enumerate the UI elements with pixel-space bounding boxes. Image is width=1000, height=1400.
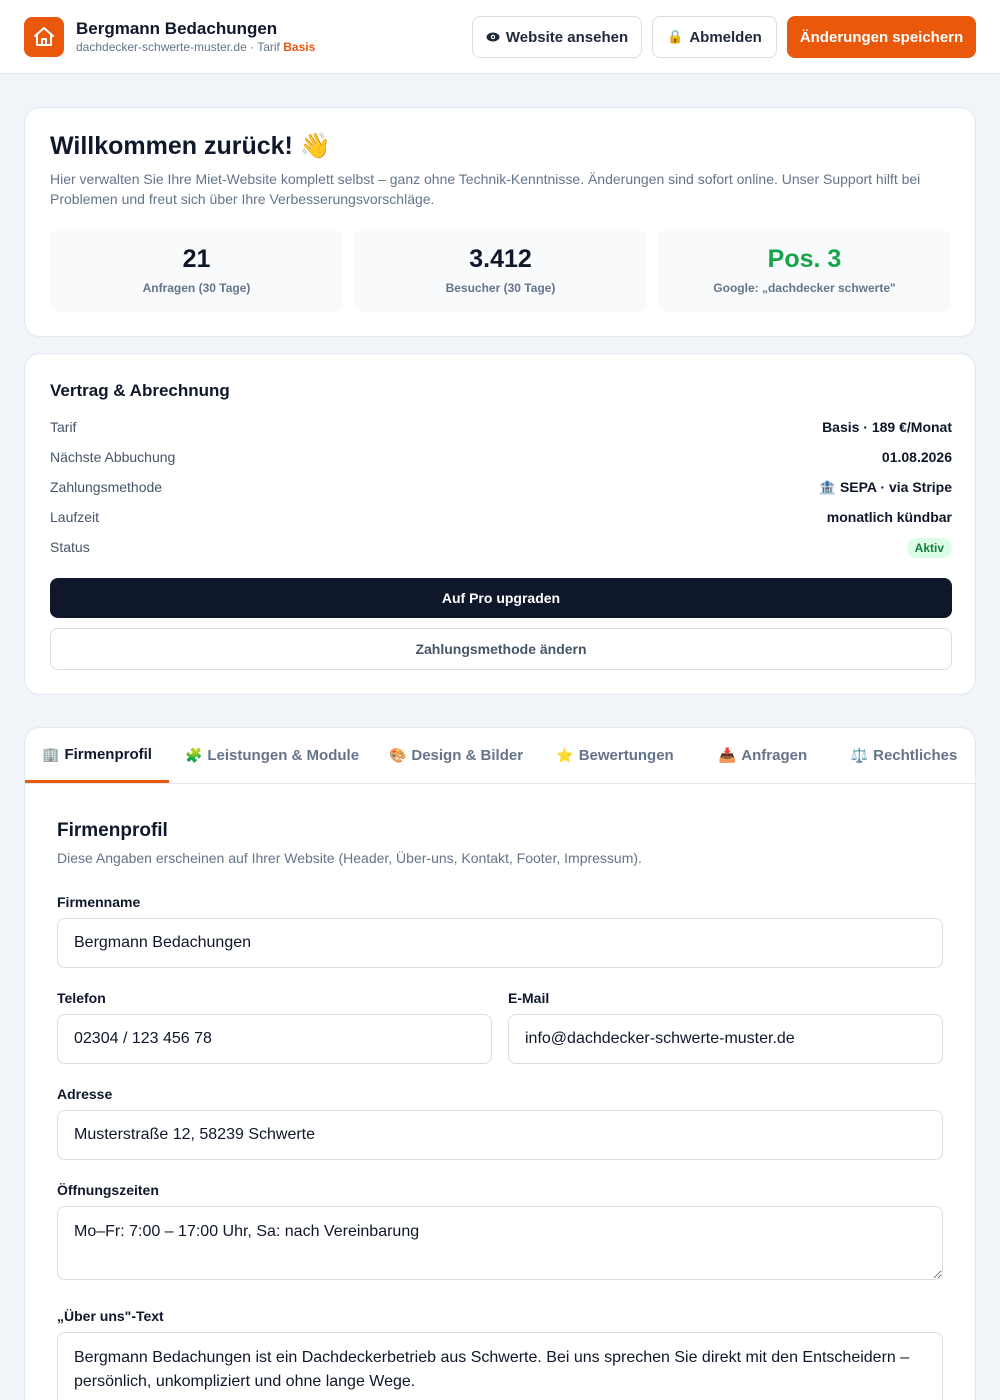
stat-label: Besucher (30 Tage) [445, 281, 556, 295]
inbox-icon: 📥 [718, 747, 737, 763]
upgrade-button[interactable]: Auf Pro upgraden [50, 578, 952, 618]
tab-legal[interactable]: ⚖️ Rechtliches [833, 728, 975, 783]
palette-icon: 🎨 [388, 747, 407, 763]
company-name: Bergmann Bedachungen [76, 19, 278, 38]
opening-hours-label: Öffnungszeiten [57, 1182, 159, 1198]
status-badge: Aktiv [906, 538, 952, 558]
tab-bar: 🏢 Firmenprofil 🧩 Leistungen & Module 🎨 D… [25, 728, 975, 784]
welcome-card: Willkommen zurück! 👋 Hier verwalten Sie … [24, 107, 976, 337]
tab-label: Firmenprofil [64, 745, 152, 763]
change-payment-button[interactable]: Zahlungsmethode ändern [50, 628, 952, 670]
row-label: Zahlungsmethode [50, 479, 163, 495]
tab-services-modules[interactable]: 🧩 Leistungen & Module [169, 728, 375, 783]
row-label: Laufzeit [50, 509, 100, 525]
eye-icon [486, 30, 500, 45]
tab-label: Leistungen & Module [207, 747, 360, 764]
logout-label: Abmelden [689, 28, 762, 46]
opening-hours-textarea[interactable]: Mo–Fr: 7:00 – 17:00 Uhr, Sa: nach Verein… [57, 1206, 943, 1280]
form-title: Firmenprofil [57, 820, 168, 841]
about-textarea[interactable]: Bergmann Bedachungen ist ein Dachdeckerb… [57, 1332, 943, 1400]
tariff-name: Basis [283, 40, 316, 54]
row-value: Basis · 189 €/Monat [822, 419, 952, 435]
company-name-label: Firmenname [57, 894, 141, 910]
about-label: „Über uns"-Text [57, 1308, 164, 1324]
settings-card: 🏢 Firmenprofil 🧩 Leistungen & Module 🎨 D… [24, 727, 976, 1400]
company-name-input[interactable] [57, 918, 943, 968]
phone-input[interactable] [57, 1014, 492, 1064]
row-label: Tarif [50, 419, 77, 435]
stat-value: 3.412 [469, 245, 532, 273]
site-domain: dachdecker-schwerte-muster.de [76, 40, 247, 54]
contract-row-term: Laufzeit monatlich kündbar [50, 507, 952, 529]
tab-label: Design & Bilder [411, 747, 524, 764]
contract-title: Vertrag & Abrechnung [50, 381, 230, 400]
email-label: E-Mail [508, 990, 550, 1006]
view-website-label: Website ansehen [505, 28, 629, 46]
puzzle-icon: 🧩 [184, 747, 203, 763]
save-changes-button[interactable]: Änderungen speichern [787, 16, 976, 58]
contract-card: Vertrag & Abrechnung Tarif Basis · 189 €… [24, 353, 976, 695]
stat-google-rank: Pos. 3 Google: „dachdecker schwerte" [658, 229, 951, 312]
welcome-title: Willkommen zurück! 👋 [50, 132, 331, 160]
email-input[interactable] [508, 1014, 943, 1064]
row-label: Status [50, 539, 90, 555]
tab-requests[interactable]: 📥 Anfragen [693, 728, 833, 783]
scales-icon: ⚖️ [850, 747, 869, 763]
welcome-text: Hier verwalten Sie Ihre Miet-Website kom… [50, 171, 921, 207]
lock-icon: 🔒 [667, 29, 684, 44]
building-icon: 🏢 [42, 745, 60, 762]
row-label: Nächste Abbuchung [50, 449, 176, 465]
row-value: monatlich kündbar [826, 509, 952, 525]
address-input[interactable] [57, 1110, 943, 1160]
tab-label: Bewertungen [578, 747, 674, 764]
top-bar: Bergmann Bedachungen dachdecker-schwerte… [0, 0, 1000, 74]
row-value: 🏦 SEPA · via Stripe [818, 479, 952, 495]
change-payment-label: Zahlungsmethode ändern [415, 641, 587, 657]
stat-value: 21 [182, 245, 211, 273]
stat-label: Google: „dachdecker schwerte" [713, 281, 896, 295]
phone-label: Telefon [57, 990, 106, 1006]
stat-requests: 21 Anfragen (30 Tage) [50, 229, 343, 312]
site-domain-line: dachdecker-schwerte-muster.de · Tarif Ba… [76, 40, 315, 54]
stat-label: Anfragen (30 Tage) [142, 281, 251, 295]
tab-label: Anfragen [741, 747, 808, 764]
contract-row-next-debit: Nächste Abbuchung 01.08.2026 [50, 447, 952, 469]
tab-label: Rechtliches [873, 747, 958, 764]
view-website-button[interactable]: Website ansehen [472, 16, 642, 58]
save-changes-label: Änderungen speichern [799, 28, 964, 46]
form-description: Diese Angaben erscheinen auf Ihrer Websi… [57, 850, 642, 866]
stat-visitors: 3.412 Besucher (30 Tage) [354, 229, 647, 312]
contract-row-payment: Zahlungsmethode 🏦 SEPA · via Stripe [50, 477, 952, 499]
logout-button[interactable]: 🔒 Abmelden [652, 16, 777, 58]
upgrade-label: Auf Pro upgraden [441, 590, 561, 606]
star-icon: ⭐ [556, 747, 574, 763]
stat-value: Pos. 3 [767, 245, 842, 273]
tariff-prefix: · Tarif [250, 40, 280, 54]
address-label: Adresse [57, 1086, 113, 1102]
house-icon [24, 17, 64, 57]
contract-row-tariff: Tarif Basis · 189 €/Monat [50, 417, 952, 439]
tab-design-images[interactable]: 🎨 Design & Bilder [375, 728, 537, 783]
tab-reviews[interactable]: ⭐ Bewertungen [537, 728, 693, 783]
row-value: 01.08.2026 [881, 449, 952, 465]
contract-row-status: Status Aktiv [50, 537, 952, 559]
tab-company-profile[interactable]: 🏢 Firmenprofil [25, 728, 169, 783]
